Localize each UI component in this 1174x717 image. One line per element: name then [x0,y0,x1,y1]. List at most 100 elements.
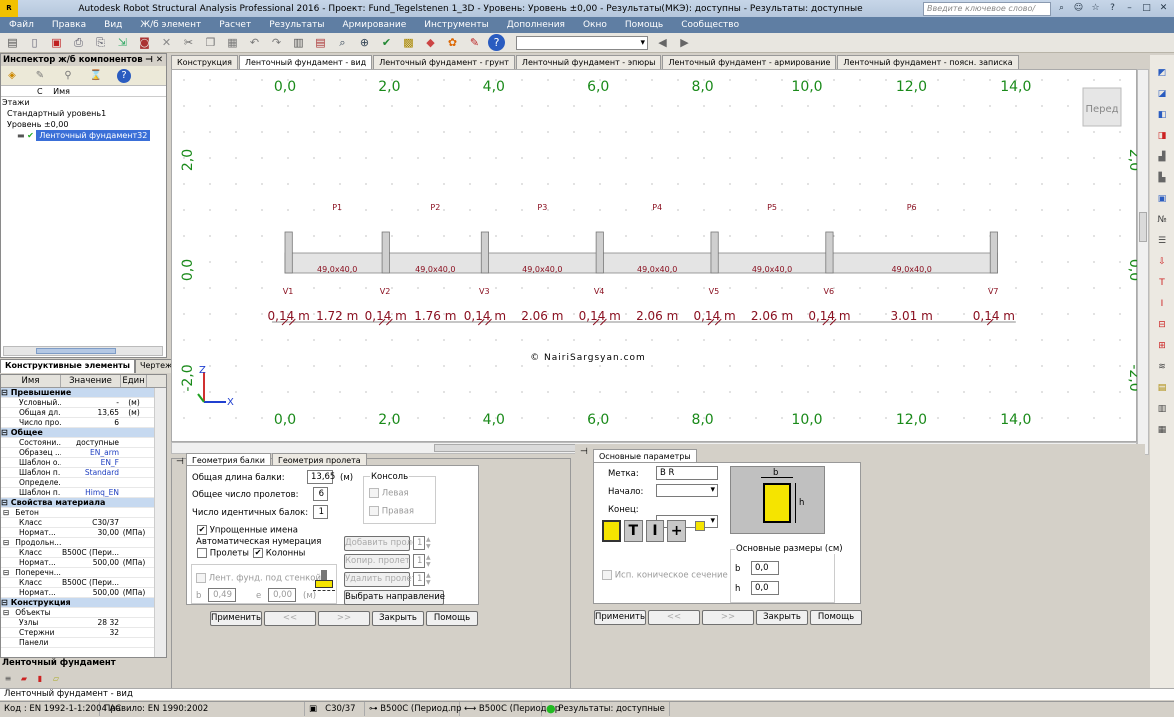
property-value[interactable]: C30/37 [61,518,121,527]
slab-icon[interactable]: ▱ [50,673,62,685]
palette-icon[interactable]: ✿ [444,34,461,51]
menu-item[interactable]: Инструменты [415,20,497,30]
vscroll-thumb[interactable] [1139,212,1147,242]
tree-item-level-0[interactable]: Уровень ±0,00 [1,119,166,130]
menu-item[interactable]: Ж/б элемент [131,20,210,30]
spin-arrows-icon[interactable]: ▲ ▼ [426,536,431,550]
spin-arrows-icon[interactable]: ▲ ▼ [426,572,431,586]
menu-item[interactable]: Армирование [333,20,415,30]
redo-icon[interactable]: ↷ [268,34,285,51]
column-3d-icon[interactable]: ◪ [1154,86,1170,102]
help-globe-icon[interactable]: ? [488,34,505,51]
menu-item[interactable]: Дополнения [498,20,574,30]
close-button[interactable]: ✕ [1157,2,1170,15]
doc-tab[interactable]: Конструкция [171,55,238,69]
i-section-icon[interactable]: I [1154,296,1170,312]
copy-span-button[interactable]: Копир. пролет [344,554,410,569]
spans-checkbox[interactable] [197,548,207,558]
numbering-icon[interactable]: № [1154,212,1170,228]
wall-found-checkbox[interactable] [196,573,206,583]
property-row[interactable]: Шаблон п... Standard [1,468,166,478]
copy-icon[interactable]: ❐ [202,34,219,51]
help-icon[interactable]: ? [1106,2,1119,15]
property-row[interactable]: ⊟ Общее [1,428,166,438]
property-row[interactable]: Нормат... 500,00 (МПа) [1,558,166,568]
property-row[interactable]: Класс B500C (Пери... [1,578,166,588]
menu-icon[interactable]: ▤ [4,34,21,51]
stirrup-icon[interactable]: ⊞ [1154,338,1170,354]
inspector-new-icon[interactable]: ◈ [5,69,19,83]
menu-item[interactable]: Файл [0,20,43,30]
property-row[interactable]: ⊟ Объекты [1,608,166,618]
property-value[interactable]: доступные [61,438,121,447]
conical-option[interactable]: Исп. коническое сечение [602,570,728,581]
property-row[interactable]: Шаблон о... EN_F [1,458,166,468]
doc-tab[interactable]: Ленточный фундамент - грунт [373,55,515,69]
console-left[interactable]: Левая [369,488,409,499]
keyword-search-input[interactable]: Введите ключевое слово/фразу [923,1,1051,25]
screen-capture-icon[interactable]: ◙ [136,34,153,51]
property-value[interactable]: 500,00 [61,558,121,567]
total-length-input[interactable]: 13,65 [307,470,335,484]
pin-icon[interactable]: ⊣ [580,447,588,457]
spring-icon[interactable]: ≋ [1154,359,1170,375]
zoom-window-icon[interactable]: ⊕ [356,34,373,51]
property-row[interactable]: Образец ... EN_arm [1,448,166,458]
simplified-names[interactable]: ✔ Упрощенные имена [197,525,298,536]
spin-arrows-icon[interactable]: ▲ ▼ [426,554,431,568]
list-x-icon[interactable]: ☰ [1154,233,1170,249]
person-icon[interactable]: ☺ [1072,2,1085,15]
simplified-checkbox[interactable]: ✔ [197,525,207,535]
property-row[interactable]: ⊟ Конструкция [1,598,166,608]
property-value[interactable]: 32 [61,628,121,637]
tab-structural-elements[interactable]: Конструктивные элементы [0,359,135,373]
copy-span-spin[interactable]: 1 [413,554,425,568]
collapse-icon[interactable]: ⊟ [1,388,8,397]
property-value[interactable] [61,638,121,647]
console-right-checkbox[interactable] [369,506,379,516]
collapse-icon[interactable]: ⊟ [1,598,8,607]
drawing-svg[interactable]: 0,0 0,0 2,0 2,0 4,0 4,0 6,0 6,0 8,0 8,0 10,0 10,0 12… [172,70,1142,443]
star-icon[interactable]: ☆ [1089,2,1102,15]
close-button[interactable]: Закрыть [372,611,424,626]
stair-icon[interactable]: ▟ [1154,149,1170,165]
next-button[interactable]: >> [318,611,370,626]
menu-item[interactable]: Правка [43,20,95,30]
maximize-button[interactable]: □ [1140,2,1153,15]
collapse-icon[interactable]: ⊟ [1,508,9,517]
property-row[interactable]: Класс B500C (Пери... [1,548,166,558]
binoculars-icon[interactable]: ⌕ [1055,2,1068,15]
property-value[interactable]: B500C (Пери... [61,578,121,587]
property-row[interactable]: Нормат... 30,00 (МПа) [1,528,166,538]
property-value[interactable]: EN_arm [61,448,121,457]
color-swatch[interactable] [695,521,705,531]
delete-icon[interactable]: ✕ [158,34,175,51]
layout-icon[interactable]: ▥ [1154,401,1170,417]
columns-autonum[interactable]: ✔ Колонны [253,548,305,559]
property-row[interactable]: Стержни 32 [1,628,166,638]
property-row[interactable]: Определе... [1,478,166,488]
property-row[interactable]: ⊟ Бетон [1,508,166,518]
list-icon[interactable]: ≡ [2,673,14,685]
apply-button[interactable]: Применить [594,610,646,625]
start-select[interactable] [656,484,718,497]
foundation-3d-icon[interactable]: ◧ [1154,107,1170,123]
inspector-edit-icon[interactable]: ✎ [33,69,47,83]
rect-section-icon[interactable] [602,520,621,542]
layers-icon[interactable]: ◆ [422,34,439,51]
select-icon[interactable]: ✔ [378,34,395,51]
identical-beams-input[interactable]: 1 [313,505,328,519]
properties-scrollbar[interactable] [154,388,166,657]
property-row[interactable]: Число про...6 [1,418,166,428]
collapse-icon[interactable]: ⊟ [1,538,9,547]
property-value[interactable]: 6 [61,418,121,427]
menu-item[interactable]: Окно [574,20,616,30]
cut-icon[interactable]: ✂ [180,34,197,51]
t-section-icon[interactable]: T [623,520,643,542]
menu-item[interactable]: Помощь [616,20,672,30]
doc-tab[interactable]: Ленточный фундамент - вид [238,55,373,69]
app-logo-icon[interactable]: R [0,0,18,17]
rebar-icon[interactable]: ⊟ [1154,317,1170,333]
print-preview-icon[interactable]: ⎘ [92,34,109,51]
inspector-delete-icon[interactable]: ⌛ [89,69,103,83]
